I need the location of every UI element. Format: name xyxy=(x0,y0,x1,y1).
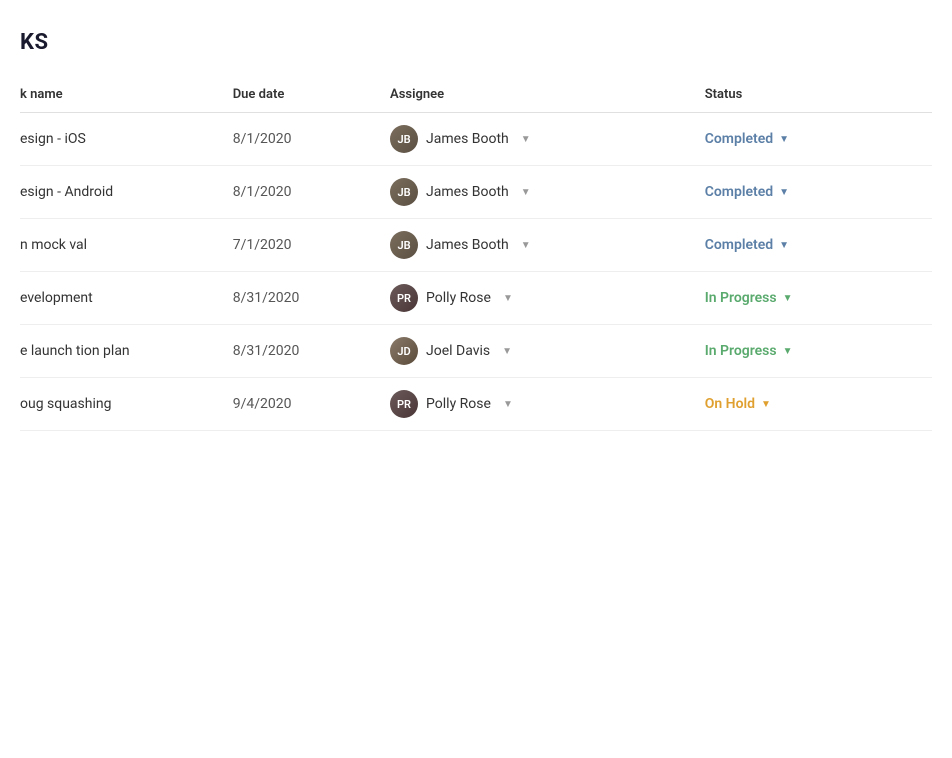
status-dropdown-arrow[interactable]: ▼ xyxy=(779,240,789,251)
tasks-table: k name Due date Assignee Status esign - … xyxy=(20,79,932,431)
due-date-cell: 8/31/2020 xyxy=(233,272,390,325)
task-name-cell: evelopment xyxy=(20,272,233,325)
status-badge: Completed xyxy=(705,237,773,253)
assignee-dropdown-arrow[interactable]: ▼ xyxy=(502,346,512,357)
avatar: JD xyxy=(390,337,418,365)
col-header-task-name: k name xyxy=(20,79,233,113)
task-name-cell: n mock val xyxy=(20,219,233,272)
table-row: oug squashing9/4/2020PRPolly Rose▼On Hol… xyxy=(20,378,932,431)
status-dropdown-arrow[interactable]: ▼ xyxy=(783,346,793,357)
status-cell: In Progress ▼ xyxy=(705,272,932,325)
assignee-cell: JB James Booth ▼ xyxy=(390,166,705,219)
table-row: evelopment8/31/2020PRPolly Rose▼In Progr… xyxy=(20,272,932,325)
status-badge: Completed xyxy=(705,184,773,200)
assignee-cell: PR Polly Rose ▼ xyxy=(390,272,705,325)
status-badge: In Progress xyxy=(705,343,777,359)
due-date-cell: 7/1/2020 xyxy=(233,219,390,272)
assignee-dropdown-arrow[interactable]: ▼ xyxy=(503,293,513,304)
status-badge: In Progress xyxy=(705,290,777,306)
assignee-dropdown-arrow[interactable]: ▼ xyxy=(521,134,531,145)
page-container: KS k name Due date Assignee Status esign… xyxy=(0,0,952,451)
assignee-name: James Booth xyxy=(426,237,509,253)
due-date-cell: 8/31/2020 xyxy=(233,325,390,378)
assignee-name: Polly Rose xyxy=(426,290,491,306)
status-badge: Completed xyxy=(705,131,773,147)
due-date-cell: 9/4/2020 xyxy=(233,378,390,431)
status-badge: On Hold xyxy=(705,396,755,412)
table-row: e launch tion plan8/31/2020JD Joel Davis ▼… xyxy=(20,325,932,378)
task-name-cell: esign - iOS xyxy=(20,113,233,166)
status-dropdown-arrow[interactable]: ▼ xyxy=(779,134,789,145)
due-date-cell: 8/1/2020 xyxy=(233,113,390,166)
avatar: JB xyxy=(390,178,418,206)
assignee-cell: JB James Booth ▼ xyxy=(390,219,705,272)
status-dropdown-arrow[interactable]: ▼ xyxy=(761,399,771,410)
table-row: esign - iOS8/1/2020JBJames Booth▼Complet… xyxy=(20,113,932,166)
assignee-cell: JD Joel Davis ▼ xyxy=(390,325,705,378)
status-dropdown-arrow[interactable]: ▼ xyxy=(779,187,789,198)
due-date-cell: 8/1/2020 xyxy=(233,166,390,219)
avatar: JB xyxy=(390,231,418,259)
assignee-name: Joel Davis xyxy=(426,343,490,359)
avatar: PR xyxy=(390,284,418,312)
status-cell: On Hold ▼ xyxy=(705,378,932,431)
col-header-assignee: Assignee xyxy=(390,79,705,113)
avatar: PR xyxy=(390,390,418,418)
table-header-row: k name Due date Assignee Status xyxy=(20,79,932,113)
status-cell: Completed ▼ xyxy=(705,166,932,219)
task-name-cell: esign - Android xyxy=(20,166,233,219)
assignee-name: James Booth xyxy=(426,184,509,200)
table-row: n mock val7/1/2020JBJames Booth▼Complete… xyxy=(20,219,932,272)
task-name-cell: e launch tion plan xyxy=(20,325,233,378)
status-cell: Completed ▼ xyxy=(705,219,932,272)
status-cell: Completed ▼ xyxy=(705,113,932,166)
assignee-dropdown-arrow[interactable]: ▼ xyxy=(503,399,513,410)
status-dropdown-arrow[interactable]: ▼ xyxy=(783,293,793,304)
avatar: JB xyxy=(390,125,418,153)
assignee-cell: JB James Booth ▼ xyxy=(390,113,705,166)
assignee-cell: PR Polly Rose ▼ xyxy=(390,378,705,431)
col-header-status: Status xyxy=(705,79,932,113)
status-cell: In Progress ▼ xyxy=(705,325,932,378)
col-header-due-date: Due date xyxy=(233,79,390,113)
assignee-dropdown-arrow[interactable]: ▼ xyxy=(521,187,531,198)
assignee-name: Polly Rose xyxy=(426,396,491,412)
page-title: KS xyxy=(20,30,932,55)
table-row: esign - Android8/1/2020JBJames Booth▼Com… xyxy=(20,166,932,219)
assignee-dropdown-arrow[interactable]: ▼ xyxy=(521,240,531,251)
task-name-cell: oug squashing xyxy=(20,378,233,431)
assignee-name: James Booth xyxy=(426,131,509,147)
